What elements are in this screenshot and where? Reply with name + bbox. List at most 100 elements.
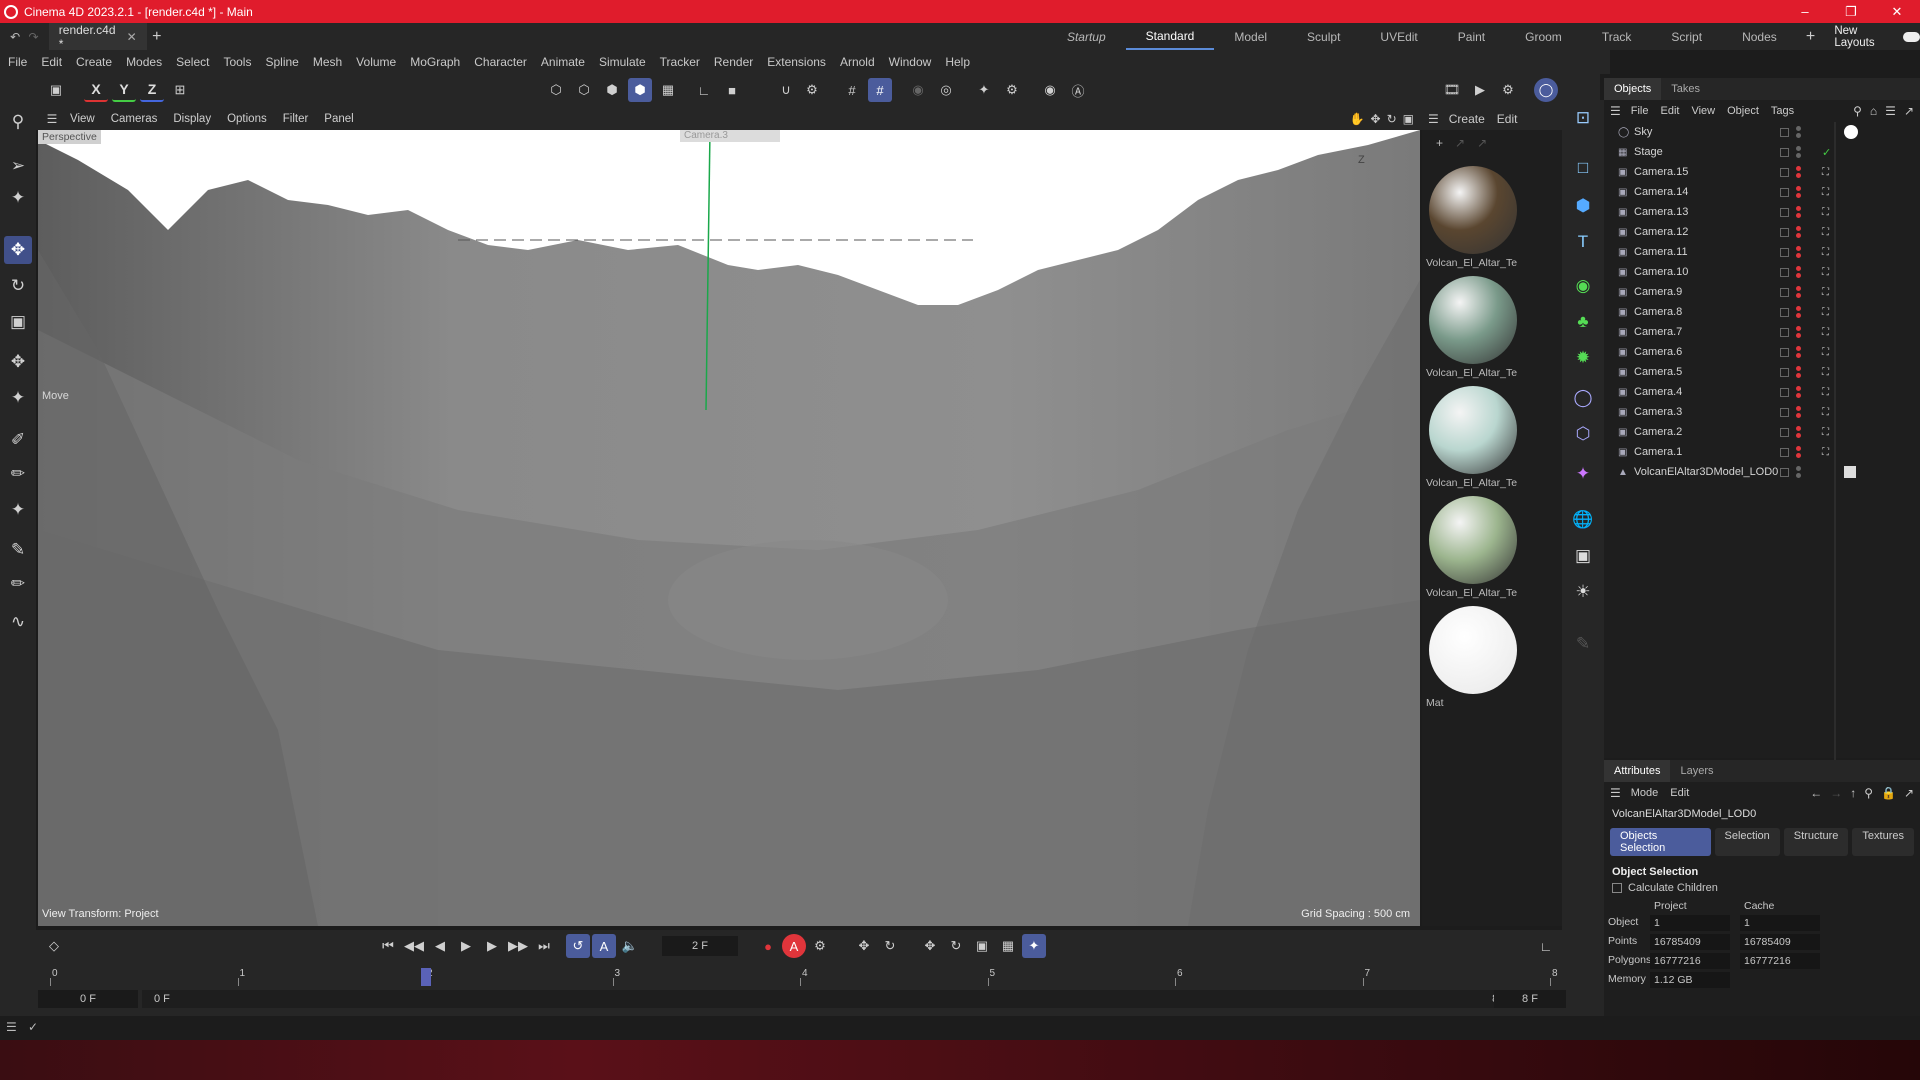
menu-character[interactable]: Character bbox=[474, 55, 527, 69]
material-swatch[interactable]: Volcan_El_Altar_Te bbox=[1426, 386, 1520, 489]
go-to-start-icon[interactable]: ⏮ bbox=[376, 934, 400, 958]
previous-key-icon[interactable]: ◀◀ bbox=[402, 934, 426, 958]
up-arrow-icon[interactable]: ↑ bbox=[1850, 786, 1856, 800]
edges-mode-icon[interactable]: ⬡ bbox=[572, 78, 596, 102]
minimize-icon[interactable]: – bbox=[1782, 4, 1828, 20]
layer-box-icon[interactable] bbox=[1780, 447, 1789, 457]
axis-mode-icon[interactable]: ∟ bbox=[692, 78, 716, 102]
play-icon[interactable]: ▶ bbox=[454, 934, 478, 958]
close-icon[interactable]: ✕ bbox=[1874, 4, 1920, 20]
status-hamburger-icon[interactable]: ☰ bbox=[6, 1020, 17, 1034]
object-row[interactable]: ▣ Camera.13 ⛶ bbox=[1618, 202, 1908, 222]
placement-tool-icon[interactable]: ✦ bbox=[4, 384, 32, 412]
undo-icon[interactable]: ↶ bbox=[6, 30, 24, 44]
texture-tag-icon[interactable] bbox=[1844, 466, 1856, 478]
object-row[interactable]: ▣ Camera.14 ⛶ bbox=[1618, 182, 1908, 202]
soft-selection-icon[interactable]: ◉ bbox=[906, 78, 930, 102]
model-mode-icon[interactable]: ▣ bbox=[44, 78, 68, 102]
record-icon[interactable]: ● bbox=[756, 934, 780, 958]
visibility-dots-icon[interactable] bbox=[1796, 166, 1801, 178]
preview-range-bar[interactable]: 0 F 8 F bbox=[142, 990, 1522, 1008]
object-search-icon[interactable]: ⚲ bbox=[1853, 104, 1862, 118]
menu-help[interactable]: Help bbox=[945, 55, 970, 69]
next-frame-icon[interactable]: ▶ bbox=[480, 934, 504, 958]
search-icon[interactable]: ⚲ bbox=[4, 108, 32, 136]
subtab-selection[interactable]: Selection bbox=[1714, 828, 1780, 856]
object-row[interactable]: ▣ Camera.11 ⛶ bbox=[1618, 242, 1908, 262]
material-swatch[interactable]: Volcan_El_Altar_Te bbox=[1426, 496, 1520, 599]
visibility-dots-icon[interactable] bbox=[1796, 466, 1801, 478]
go-to-end-icon[interactable]: ⏭ bbox=[532, 934, 556, 958]
filter-icon[interactable]: ☰ bbox=[1885, 104, 1896, 118]
sky-material-tag-icon[interactable] bbox=[1844, 125, 1858, 139]
menu-modes[interactable]: Modes bbox=[126, 55, 162, 69]
object-menu-tags[interactable]: Tags bbox=[1771, 105, 1794, 117]
object-tab-objects[interactable]: Objects bbox=[1604, 78, 1662, 100]
layout-tab-uvedit[interactable]: UVEdit bbox=[1360, 23, 1437, 50]
viewport-menu-view[interactable]: View bbox=[70, 113, 95, 125]
layout-tab-sculpt[interactable]: Sculpt bbox=[1287, 23, 1360, 50]
layer-box-icon[interactable] bbox=[1780, 247, 1789, 257]
render-picture-viewer-icon[interactable]: ▶ bbox=[1468, 78, 1492, 102]
playhead[interactable] bbox=[421, 968, 431, 986]
playback-rate-icon[interactable]: A bbox=[592, 934, 616, 958]
polygon-pen-icon[interactable]: ✏ bbox=[4, 460, 32, 488]
camera-tag-icon[interactable]: ⛶ bbox=[1822, 167, 1829, 178]
current-frame-field[interactable]: 2 F bbox=[662, 936, 738, 956]
object-row[interactable]: ▣ Camera.8 ⛶ bbox=[1618, 302, 1908, 322]
axis-z-button[interactable]: Z bbox=[140, 78, 164, 102]
menu-tracker[interactable]: Tracker bbox=[660, 55, 700, 69]
attribute-search-icon[interactable]: ⚲ bbox=[1864, 786, 1873, 800]
object-row[interactable]: ▣ Camera.4 ⛶ bbox=[1618, 382, 1908, 402]
layer-box-icon[interactable] bbox=[1780, 187, 1789, 197]
new-material-icon[interactable]: + bbox=[1436, 136, 1443, 150]
object-row[interactable]: ▲ VolcanElAltar3DModel_LOD0 bbox=[1618, 462, 1908, 482]
param-key-icon[interactable]: ↻ bbox=[944, 934, 968, 958]
object-menu-object[interactable]: Object bbox=[1727, 105, 1759, 117]
interpolation-icon[interactable]: ✦ bbox=[1022, 934, 1046, 958]
camera-tag-icon[interactable]: ⛶ bbox=[1822, 347, 1829, 358]
visibility-dots-icon[interactable] bbox=[1796, 146, 1801, 158]
object-row[interactable]: ▣ Camera.1 ⛶ bbox=[1618, 442, 1908, 462]
pla-key-icon[interactable]: ▣ bbox=[970, 934, 994, 958]
move-tool-icon[interactable]: ✥ bbox=[4, 236, 32, 264]
light-icon[interactable]: ☀ bbox=[1569, 578, 1597, 606]
brush-tool-icon[interactable]: ✎ bbox=[4, 536, 32, 564]
render-view-icon[interactable]: ◎ bbox=[934, 78, 958, 102]
menu-create[interactable]: Create bbox=[76, 55, 112, 69]
visibility-dots-icon[interactable] bbox=[1796, 286, 1801, 298]
camera-tag-icon[interactable]: ⛶ bbox=[1822, 327, 1829, 338]
viewport-menu-panel[interactable]: Panel bbox=[324, 113, 353, 125]
object-row[interactable]: ▣ Camera.15 ⛶ bbox=[1618, 162, 1908, 182]
object-menu-file[interactable]: File bbox=[1631, 105, 1649, 117]
layer-box-icon[interactable] bbox=[1780, 427, 1789, 437]
object-row[interactable]: ▣ Camera.2 ⛶ bbox=[1618, 422, 1908, 442]
camera-icon[interactable]: ▣ bbox=[1569, 542, 1597, 570]
camera-tag-icon[interactable]: ⛶ bbox=[1822, 447, 1829, 458]
camera-tag-icon[interactable]: ⛶ bbox=[1822, 387, 1829, 398]
cube-object-icon[interactable]: ⬢ bbox=[1569, 192, 1597, 220]
camera-tag-icon[interactable]: ⛶ bbox=[1822, 287, 1829, 298]
attribute-menu-mode[interactable]: Mode bbox=[1631, 787, 1659, 799]
menu-simulate[interactable]: Simulate bbox=[599, 55, 646, 69]
add-layout-icon[interactable]: + bbox=[1797, 28, 1825, 46]
status-check-icon[interactable]: ✓ bbox=[28, 1020, 38, 1034]
viewport-menu-filter[interactable]: Filter bbox=[283, 113, 309, 125]
back-arrow-icon[interactable]: ← bbox=[1810, 786, 1822, 800]
attribute-tab-attributes[interactable]: Attributes bbox=[1604, 760, 1671, 782]
lasso-tool-icon[interactable]: ✐ bbox=[4, 426, 32, 454]
visibility-dots-icon[interactable] bbox=[1796, 266, 1801, 278]
object-row[interactable]: ▣ Camera.10 ⛶ bbox=[1618, 262, 1908, 282]
attribute-menu-edit[interactable]: Edit bbox=[1670, 787, 1689, 799]
visibility-dots-icon[interactable] bbox=[1796, 426, 1801, 438]
orbit-view-icon[interactable]: ↻ bbox=[1387, 112, 1397, 126]
axis-x-button[interactable]: X bbox=[84, 78, 108, 102]
layout-tab-model[interactable]: Model bbox=[1214, 23, 1287, 50]
rotate-tool-icon[interactable]: ↻ bbox=[4, 272, 32, 300]
scale-tool-icon[interactable]: ▣ bbox=[4, 308, 32, 336]
tweak-mode-icon[interactable]: ■ bbox=[720, 78, 744, 102]
lock-icon[interactable]: ◉ bbox=[1038, 78, 1062, 102]
disabled-tool-icon[interactable]: ✎ bbox=[1569, 630, 1597, 658]
camera-tag-icon[interactable]: ⛶ bbox=[1822, 427, 1829, 438]
symmetry-settings-icon[interactable]: ⚙ bbox=[1000, 78, 1024, 102]
